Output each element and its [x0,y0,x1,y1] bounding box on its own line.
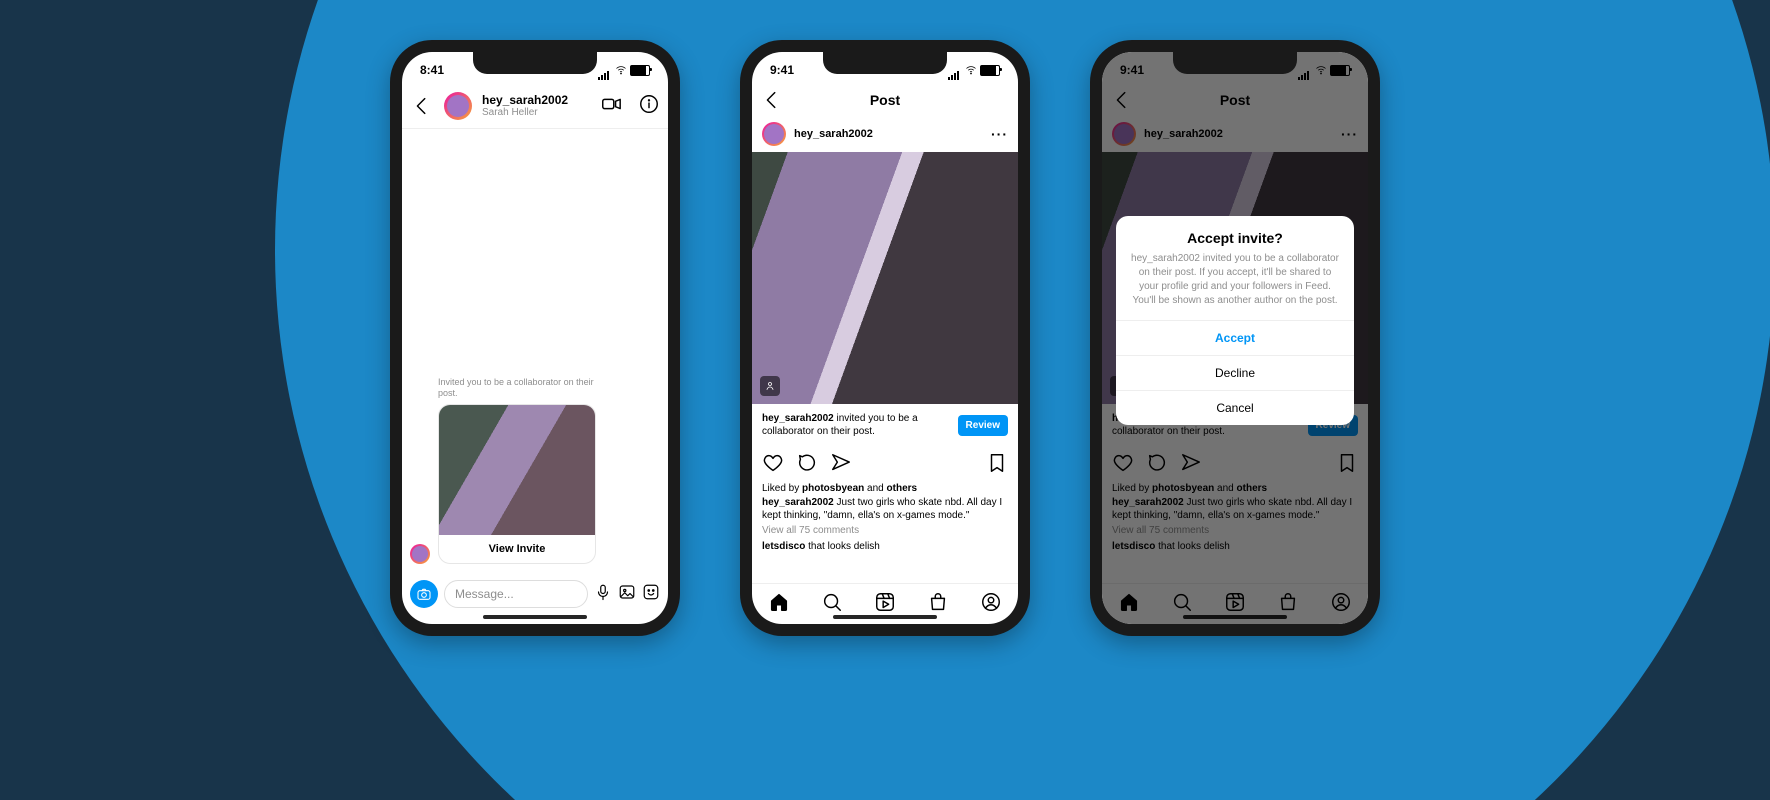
post-author[interactable]: hey_sarah2002 [794,128,983,140]
post-header: Post [752,88,1018,116]
camera-button[interactable] [410,580,438,608]
invite-thumbnail [439,405,595,535]
like-button[interactable] [762,452,784,479]
status-time: 8:41 [420,63,444,77]
dm-fullname: Sarah Heller [482,107,590,118]
decline-button[interactable]: Decline [1116,355,1354,390]
avatar[interactable] [762,122,786,146]
home-indicator [833,615,937,619]
dm-username[interactable]: hey_sarah2002 [482,94,590,107]
accept-button[interactable]: Accept [1116,320,1354,355]
dm-header: hey_sarah2002 Sarah Heller [402,88,668,129]
status-time: 9:41 [770,63,794,77]
collab-text: hey_sarah2002 invited you to be a collab… [762,412,952,438]
comment-button[interactable] [796,452,818,479]
sender-avatar[interactable] [410,544,430,564]
info-button[interactable] [638,93,660,120]
likes-row[interactable]: Liked by photosbyean and others [762,483,1008,494]
tab-shop[interactable] [927,591,949,618]
tab-search[interactable] [821,591,843,618]
collab-bar: hey_sarah2002 invited you to be a collab… [752,404,1018,446]
post-actions [752,446,1018,481]
message-input[interactable]: Message... [444,580,588,608]
tagged-people-icon[interactable] [760,376,780,396]
page-title: Post [870,92,900,108]
caption: hey_sarah2002 Just two girls who skate n… [762,496,1008,522]
gallery-button[interactable] [618,583,636,606]
phone-notch [823,52,947,74]
review-button[interactable]: Review [958,415,1008,436]
tab-home[interactable] [768,591,790,618]
comment-row: letsdisco that looks delish [762,540,1008,553]
avatar[interactable] [444,92,472,120]
phone-dm: 8:41 hey_sarah2002 Sarah Heller [390,40,680,636]
tab-profile[interactable] [980,591,1002,618]
view-invite-button[interactable]: View Invite [439,535,595,563]
tab-reels[interactable] [874,591,896,618]
bookmark-button[interactable] [986,452,1008,479]
video-call-button[interactable] [600,93,622,120]
sticker-button[interactable] [642,583,660,606]
view-all-comments[interactable]: View all 75 comments [762,525,1008,536]
signal-icon [948,66,962,75]
battery-icon [630,65,650,76]
phone-modal: 9:41 Post hey_sarah2002 ··· [1090,40,1380,636]
invite-card[interactable]: View Invite [438,404,596,564]
invite-prefix: Invited you to be a collaborator on thei… [438,377,596,400]
phone-notch [473,52,597,74]
voice-button[interactable] [594,583,612,606]
dm-thread[interactable]: Invited you to be a collaborator on thei… [402,129,668,574]
signal-icon [598,66,612,75]
phone-notch [1173,52,1297,74]
more-button[interactable]: ··· [991,126,1008,142]
back-button[interactable] [760,88,784,112]
post-image[interactable] [752,152,1018,404]
phone-post: 9:41 Post hey_sarah2002 ··· [740,40,1030,636]
accept-invite-dialog: Accept invite? hey_sarah2002 invited you… [1116,216,1354,425]
back-button[interactable] [410,94,434,118]
post-meta: Liked by photosbyean and others hey_sara… [752,481,1018,555]
invite-message: Invited you to be a collaborator on thei… [438,377,596,564]
wifi-icon [615,64,627,76]
home-indicator [483,615,587,619]
share-button[interactable] [830,452,852,479]
wifi-icon [965,64,977,76]
dialog-body: hey_sarah2002 invited you to be a collab… [1116,252,1354,320]
post-author-row: hey_sarah2002 ··· [752,116,1018,152]
dialog-title: Accept invite? [1116,216,1354,252]
battery-icon [980,65,1000,76]
cancel-button[interactable]: Cancel [1116,390,1354,425]
